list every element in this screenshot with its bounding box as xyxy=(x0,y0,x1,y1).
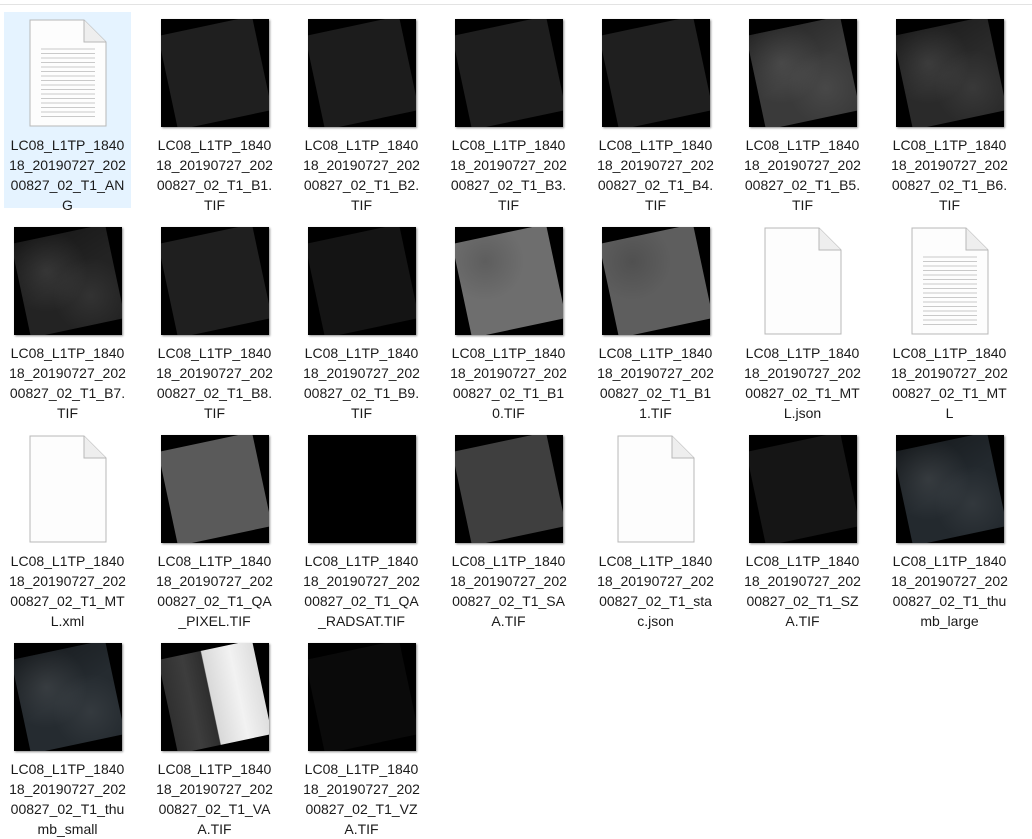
file-item[interactable]: LC08_L1TP_184018_20190727_20200827_02_T1… xyxy=(886,428,1013,629)
file-name-label: LC08_L1TP_184018_20190727_20200827_02_T1… xyxy=(891,137,1008,213)
file-name-label: LC08_L1TP_184018_20190727_20200827_02_T1… xyxy=(9,553,126,629)
image-thumbnail xyxy=(896,19,1004,127)
file-name-label: LC08_L1TP_184018_20190727_20200827_02_T1… xyxy=(744,137,861,213)
file-item[interactable]: LC08_L1TP_184018_20190727_20200827_02_T1… xyxy=(151,220,278,421)
image-thumbnail xyxy=(308,19,416,127)
image-thumbnail xyxy=(161,227,269,335)
file-name-label: LC08_L1TP_184018_20190727_20200827_02_T1… xyxy=(597,345,714,421)
file-item[interactable]: LC08_L1TP_184018_20190727_20200827_02_T1… xyxy=(886,12,1013,213)
file-item[interactable]: LC08_L1TP_184018_20190727_20200827_02_T1… xyxy=(592,428,719,629)
image-thumbnail xyxy=(602,19,710,127)
file-item[interactable]: LC08_L1TP_184018_20190727_20200827_02_T1… xyxy=(151,428,278,629)
image-thumbnail xyxy=(308,227,416,335)
file-name-label: LC08_L1TP_184018_20190727_20200827_02_T1… xyxy=(9,137,126,213)
image-thumbnail xyxy=(308,435,416,543)
file-name-label: LC08_L1TP_184018_20190727_20200827_02_T1… xyxy=(156,761,273,837)
image-thumbnail xyxy=(14,227,122,335)
file-item[interactable]: LC08_L1TP_184018_20190727_20200827_02_T1… xyxy=(298,428,425,629)
file-grid: LC08_L1TP_184018_20190727_20200827_02_T1… xyxy=(0,0,1032,837)
image-thumbnail xyxy=(308,643,416,751)
image-thumbnail xyxy=(749,435,857,543)
image-thumbnail xyxy=(161,435,269,543)
file-name-label: LC08_L1TP_184018_20190727_20200827_02_T1… xyxy=(156,345,273,421)
file-item[interactable]: LC08_L1TP_184018_20190727_20200827_02_T1… xyxy=(739,220,866,421)
file-item[interactable]: LC08_L1TP_184018_20190727_20200827_02_T1… xyxy=(445,428,572,629)
file-item[interactable]: LC08_L1TP_184018_20190727_20200827_02_T1… xyxy=(4,220,131,421)
file-item[interactable]: LC08_L1TP_184018_20190727_20200827_02_T1… xyxy=(298,636,425,837)
blank-document-icon xyxy=(14,435,122,543)
file-name-label: LC08_L1TP_184018_20190727_20200827_02_T1… xyxy=(450,345,567,421)
file-name-label: LC08_L1TP_184018_20190727_20200827_02_T1… xyxy=(9,345,126,421)
file-name-label: LC08_L1TP_184018_20190727_20200827_02_T1… xyxy=(891,553,1008,629)
file-item[interactable]: LC08_L1TP_184018_20190727_20200827_02_T1… xyxy=(4,12,131,213)
file-item[interactable]: LC08_L1TP_184018_20190727_20200827_02_T1… xyxy=(298,220,425,421)
file-item[interactable]: LC08_L1TP_184018_20190727_20200827_02_T1… xyxy=(592,12,719,213)
file-name-label: LC08_L1TP_184018_20190727_20200827_02_T1… xyxy=(450,553,567,629)
file-name-label: LC08_L1TP_184018_20190727_20200827_02_T1… xyxy=(9,761,126,837)
file-item[interactable]: LC08_L1TP_184018_20190727_20200827_02_T1… xyxy=(4,428,131,629)
file-item[interactable]: LC08_L1TP_184018_20190727_20200827_02_T1… xyxy=(151,12,278,213)
image-thumbnail xyxy=(14,643,122,751)
file-item[interactable]: LC08_L1TP_184018_20190727_20200827_02_T1… xyxy=(592,220,719,421)
image-thumbnail xyxy=(749,19,857,127)
image-thumbnail xyxy=(896,435,1004,543)
file-name-label: LC08_L1TP_184018_20190727_20200827_02_T1… xyxy=(891,345,1008,421)
file-item[interactable]: LC08_L1TP_184018_20190727_20200827_02_T1… xyxy=(739,428,866,629)
text-document-icon xyxy=(896,227,1004,335)
file-item[interactable]: LC08_L1TP_184018_20190727_20200827_02_T1… xyxy=(445,12,572,213)
file-name-label: LC08_L1TP_184018_20190727_20200827_02_T1… xyxy=(597,553,714,629)
file-name-label: LC08_L1TP_184018_20190727_20200827_02_T1… xyxy=(303,345,420,421)
file-name-label: LC08_L1TP_184018_20190727_20200827_02_T1… xyxy=(156,553,273,629)
image-thumbnail xyxy=(161,643,269,751)
blank-document-icon xyxy=(749,227,857,335)
image-thumbnail xyxy=(602,227,710,335)
file-item[interactable]: LC08_L1TP_184018_20190727_20200827_02_T1… xyxy=(445,220,572,421)
file-item[interactable]: LC08_L1TP_184018_20190727_20200827_02_T1… xyxy=(151,636,278,837)
file-name-label: LC08_L1TP_184018_20190727_20200827_02_T1… xyxy=(303,137,420,213)
image-thumbnail xyxy=(455,227,563,335)
file-name-label: LC08_L1TP_184018_20190727_20200827_02_T1… xyxy=(450,137,567,213)
file-item[interactable]: LC08_L1TP_184018_20190727_20200827_02_T1… xyxy=(886,220,1013,421)
file-item[interactable]: LC08_L1TP_184018_20190727_20200827_02_T1… xyxy=(739,12,866,213)
text-document-icon xyxy=(14,19,122,127)
file-name-label: LC08_L1TP_184018_20190727_20200827_02_T1… xyxy=(744,345,861,421)
file-item[interactable]: LC08_L1TP_184018_20190727_20200827_02_T1… xyxy=(298,12,425,213)
blank-document-icon xyxy=(602,435,710,543)
file-name-label: LC08_L1TP_184018_20190727_20200827_02_T1… xyxy=(597,137,714,213)
file-name-label: LC08_L1TP_184018_20190727_20200827_02_T1… xyxy=(303,761,420,837)
file-name-label: LC08_L1TP_184018_20190727_20200827_02_T1… xyxy=(303,553,420,629)
image-thumbnail xyxy=(161,19,269,127)
file-name-label: LC08_L1TP_184018_20190727_20200827_02_T1… xyxy=(156,137,273,213)
image-thumbnail xyxy=(455,19,563,127)
image-thumbnail xyxy=(455,435,563,543)
file-item[interactable]: LC08_L1TP_184018_20190727_20200827_02_T1… xyxy=(4,636,131,837)
file-name-label: LC08_L1TP_184018_20190727_20200827_02_T1… xyxy=(744,553,861,629)
